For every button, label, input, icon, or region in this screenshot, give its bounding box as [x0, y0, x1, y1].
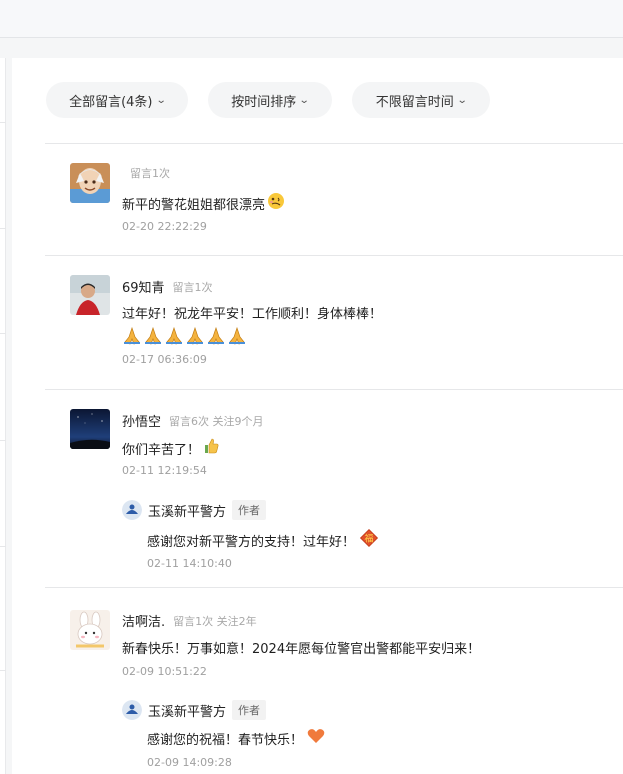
- top-bar: [0, 0, 623, 38]
- comment-header: 孙悟空 留言6次 关注9个月: [122, 411, 264, 431]
- comment-author[interactable]: 孙悟空: [122, 411, 161, 430]
- comment-item: 洁啊洁. 留言1次 关注2年 新春快乐！万事如意！2024年愿每位警官出警都能平…: [12, 587, 623, 774]
- reply-header: 玉溪新平警方 作者: [122, 500, 267, 520]
- reply-header: 玉溪新平警方 作者: [122, 700, 267, 720]
- comment-text-content: 新平的警花姐姐都很漂亮: [122, 197, 266, 213]
- filter-sort[interactable]: 按时间排序 ⌄: [208, 82, 332, 118]
- reply-author[interactable]: 玉溪新平警方: [148, 701, 226, 720]
- avatar[interactable]: [70, 275, 110, 315]
- comment-text: 你们辛苦了！: [122, 437, 220, 459]
- svg-text:福: 福: [365, 533, 374, 545]
- praying-hands-icon: [227, 326, 247, 349]
- reply-time: 02-11 14:10:40: [147, 557, 232, 570]
- author-avatar[interactable]: [122, 500, 142, 520]
- filter-all-comments[interactable]: 全部留言(4条) ⌄: [46, 82, 188, 118]
- comment-text: 过年好！祝龙年平安！工作顺利！身体棒棒！: [122, 303, 382, 322]
- comment-text-content: 过年好！祝龙年平安！工作顺利！身体棒棒！: [122, 307, 383, 322]
- reply-text: 感谢您的祝福！春节快乐！: [147, 728, 325, 748]
- avatar[interactable]: [70, 409, 110, 449]
- reply-text-content: 感谢您的祝福！春节快乐！: [147, 732, 304, 748]
- chevron-down-icon: ⌄: [299, 94, 310, 106]
- filter-time-range[interactable]: 不限留言时间 ⌄: [352, 82, 490, 118]
- avatar[interactable]: [70, 163, 110, 203]
- author-avatar[interactable]: [122, 700, 142, 720]
- comment-meta: 留言1次: [130, 167, 170, 180]
- reply-text-content: 感谢您对新平警方的支持！过年好！: [147, 534, 356, 550]
- chevron-down-icon: ⌄: [456, 94, 468, 106]
- comment-time: 02-11 12:19:54: [122, 464, 207, 477]
- heart-icon: [307, 728, 325, 748]
- comment-header: 69知青 留言1次: [122, 277, 213, 297]
- comment-author[interactable]: 69知青: [122, 277, 165, 296]
- thumbs-up-icon: [202, 437, 220, 459]
- comment-text-content: 你们辛苦了！: [122, 442, 201, 458]
- filter-time-label: 不限留言时间: [375, 94, 454, 110]
- avatar[interactable]: [70, 610, 110, 650]
- reply-author[interactable]: 玉溪新平警方: [148, 501, 226, 520]
- praying-hands-icon: [143, 326, 163, 349]
- praying-hands-icon: [206, 326, 226, 349]
- comment-text-content: 新春快乐！万事如意！2024年愿每位警官出警都能平安归来！: [122, 642, 481, 657]
- author-badge: 作者: [232, 700, 267, 720]
- fortune-icon: 福: [359, 528, 379, 552]
- comment-header: 洁啊洁. 留言1次 关注2年: [122, 611, 257, 631]
- praying-hands-icon: [185, 326, 205, 349]
- filter-all-label: 全部留言(4条): [69, 94, 153, 110]
- comment-item: 69知青 留言1次 过年好！祝龙年平安！工作顺利！身体棒棒！ 02-17 06:…: [12, 255, 623, 389]
- comment-time: 02-20 22:22:29: [122, 220, 207, 233]
- comment-meta: 留言6次 关注9个月: [169, 414, 264, 428]
- comments-panel: 全部留言(4条) ⌄ 按时间排序 ⌄ 不限留言时间 ⌄ 留言1次 新平的警花姐姐…: [12, 58, 623, 774]
- comment-emoji-row: [122, 326, 247, 349]
- praying-hands-icon: [164, 326, 184, 349]
- reply-text: 感谢您对新平警方的支持！过年好！ 福: [147, 528, 379, 552]
- comment-item: 留言1次 新平的警花姐姐都很漂亮 02-20 22:22:29: [12, 143, 623, 255]
- left-sidebar-edge: [0, 58, 6, 774]
- comment-item: 孙悟空 留言6次 关注9个月 你们辛苦了！ 02-11 12:19:54 玉溪新…: [12, 389, 623, 587]
- chevron-down-icon: ⌄: [155, 94, 167, 106]
- comment-meta: 留言1次 关注2年: [173, 614, 257, 628]
- author-badge: 作者: [232, 500, 267, 520]
- praying-hands-icon: [122, 326, 142, 349]
- comment-time: 02-09 10:51:22: [122, 665, 207, 678]
- comment-meta: 留言1次: [172, 280, 213, 294]
- reply-time: 02-09 14:09:28: [147, 756, 232, 769]
- comment-author[interactable]: 洁啊洁.: [122, 611, 165, 630]
- comment-text: 新春快乐！万事如意！2024年愿每位警官出警都能平安归来！: [122, 638, 480, 657]
- comment-header: 留言1次: [122, 165, 170, 181]
- comment-text: 新平的警花姐姐都很漂亮: [122, 192, 285, 214]
- filter-sort-label: 按时间排序: [231, 94, 297, 110]
- comment-time: 02-17 06:36:09: [122, 353, 207, 366]
- woozy-face-icon: [267, 192, 285, 214]
